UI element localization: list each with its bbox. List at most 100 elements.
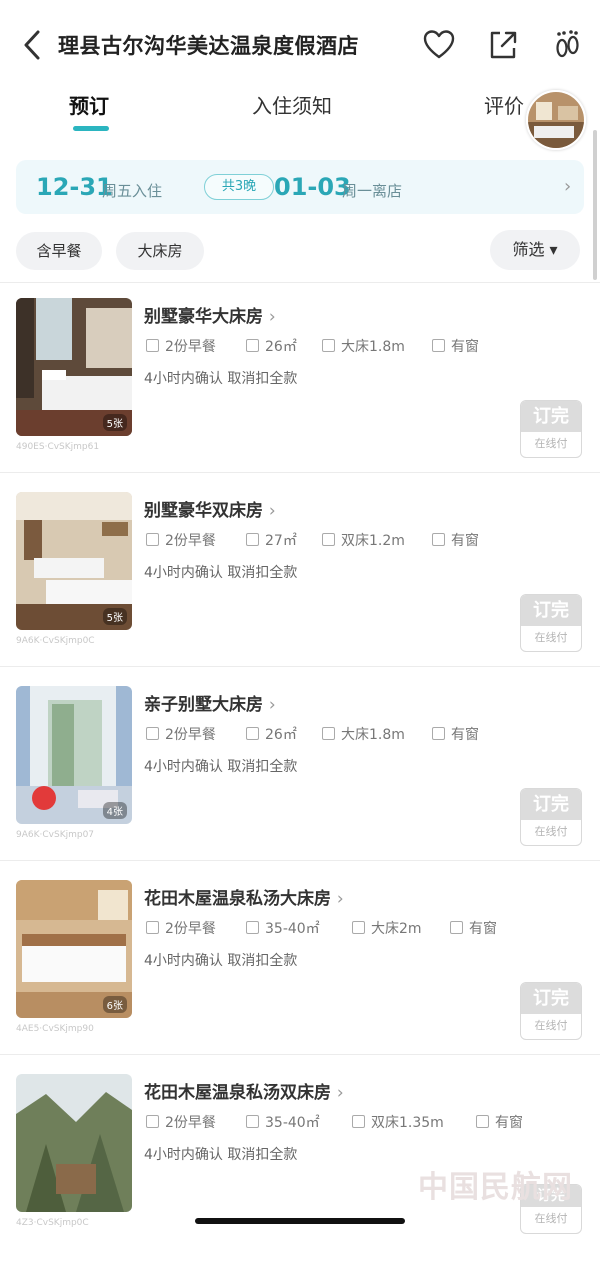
- room-photo[interactable]: 5张: [16, 298, 132, 436]
- cancel-policy: 4小时内确认 取消扣全款: [144, 1147, 298, 1163]
- chevron-right-icon: ›: [268, 695, 276, 715]
- room-name-text: 花田木屋温泉私汤大床房: [144, 889, 331, 909]
- photo-count-badge: 6张: [102, 996, 127, 1013]
- room-name[interactable]: 别墅豪华双床房 ›: [144, 496, 276, 521]
- area-icon: [246, 727, 259, 740]
- footprint-icon[interactable]: [550, 28, 584, 62]
- spec-area: 27㎡: [246, 530, 297, 550]
- spec-bed: 大床1.8m: [322, 724, 405, 744]
- hotel-thumbnail[interactable]: [526, 90, 586, 150]
- spec-breakfast-text: 2份早餐: [165, 533, 216, 549]
- room-photo[interactable]: 5张: [16, 492, 132, 630]
- cancel-policy: 4小时内确认 取消扣全款: [144, 759, 298, 775]
- spec-bed: 双床1.2m: [322, 530, 405, 550]
- divider: [0, 282, 600, 283]
- sold-out-button[interactable]: 订完 在线付: [520, 982, 582, 1040]
- breakfast-icon: [146, 339, 159, 352]
- room-card[interactable]: 5张 490ES·CvSKjmp61 别墅豪华大床房 › 2份早餐 26㎡ 大床…: [0, 298, 600, 488]
- photo-count-badge: 5张: [102, 608, 127, 625]
- breakfast-icon: [146, 921, 159, 934]
- tab-bar: 预订 入住须知 评价: [0, 86, 600, 136]
- area-icon: [246, 339, 259, 352]
- room-name[interactable]: 亲子别墅大床房 ›: [144, 690, 276, 715]
- window-icon: [432, 339, 445, 352]
- nav-header: 理县古尔沟华美达温泉度假酒店: [0, 0, 600, 90]
- cancel-policy: 4小时内确认 取消扣全款: [144, 371, 298, 387]
- chevron-right-icon: ›: [268, 307, 276, 327]
- spec-bed-text: 大床1.8m: [341, 727, 405, 743]
- room-name[interactable]: 花田木屋温泉私汤双床房 ›: [144, 1078, 344, 1103]
- area-icon: [246, 921, 259, 934]
- spec-area: 26㎡: [246, 336, 297, 356]
- scrollbar[interactable]: [593, 130, 597, 280]
- window-icon: [450, 921, 463, 934]
- date-selector[interactable]: 12-31 周五入住 共3晚 01-03 周一离店 ›: [16, 160, 584, 214]
- tab-reviews[interactable]: 评价: [484, 90, 524, 119]
- tab-checkin-notice[interactable]: 入住须知: [252, 90, 332, 119]
- spec-window: 有窗: [432, 724, 479, 744]
- spec-area: 35-40㎡: [246, 1112, 320, 1132]
- bed-icon: [322, 339, 335, 352]
- spec-bed: 双床1.35m: [352, 1112, 444, 1132]
- spec-breakfast: 2份早餐: [146, 530, 216, 550]
- filter-button[interactable]: 筛选 ▾: [490, 230, 580, 270]
- filter-chip-breakfast[interactable]: 含早餐: [16, 232, 102, 270]
- cancel-policy: 4小时内确认 取消扣全款: [144, 565, 298, 581]
- chevron-right-icon: ›: [268, 501, 276, 521]
- spec-window: 有窗: [432, 530, 479, 550]
- spec-area: 26㎡: [246, 724, 297, 744]
- heart-icon[interactable]: [422, 28, 456, 62]
- breakfast-icon: [146, 727, 159, 740]
- divider: [0, 472, 600, 473]
- room-name-text: 亲子别墅大床房: [144, 695, 263, 715]
- spec-bed: 大床2m: [352, 918, 422, 938]
- chevron-right-icon: ›: [336, 1083, 344, 1103]
- cancel-policy: 4小时内确认 取消扣全款: [144, 953, 298, 969]
- room-photo[interactable]: 4张: [16, 686, 132, 824]
- chevron-right-icon: ›: [564, 176, 572, 197]
- checkout-label: 周一离店: [342, 182, 403, 200]
- watermark: 中国民航网: [418, 1170, 573, 1205]
- room-photo[interactable]: [16, 1074, 132, 1212]
- photo-caption: 4Z3·CvSKjmp0C: [16, 1218, 89, 1228]
- spec-bed-text: 双床1.35m: [371, 1115, 444, 1131]
- spec-breakfast: 2份早餐: [146, 1112, 216, 1132]
- room-name[interactable]: 别墅豪华大床房 ›: [144, 302, 276, 327]
- sold-out-button[interactable]: 订完 在线付: [520, 400, 582, 458]
- home-indicator[interactable]: [195, 1218, 405, 1224]
- photo-count-badge: 5张: [102, 414, 127, 431]
- spec-bed-text: 双床1.2m: [341, 533, 405, 549]
- room-name-text: 别墅豪华双床房: [144, 501, 263, 521]
- tab-booking[interactable]: 预订: [69, 90, 109, 119]
- share-icon[interactable]: [486, 28, 520, 62]
- spec-bed: 大床1.8m: [322, 336, 405, 356]
- sold-out-label: 订完: [521, 401, 581, 432]
- room-card[interactable]: 6张 4AE5·CvSKjmp90 花田木屋温泉私汤大床房 › 2份早餐 35-…: [0, 880, 600, 1070]
- spec-bed-text: 大床2m: [371, 921, 422, 937]
- room-name-text: 花田木屋温泉私汤双床房: [144, 1083, 331, 1103]
- spec-window-text: 有窗: [451, 533, 479, 549]
- pay-online-label: 在线付: [534, 1212, 568, 1225]
- room-name[interactable]: 花田木屋温泉私汤大床房 ›: [144, 884, 344, 909]
- divider: [0, 860, 600, 861]
- bed-icon: [352, 921, 365, 934]
- window-icon: [432, 533, 445, 546]
- room-photo[interactable]: 6张: [16, 880, 132, 1018]
- breakfast-icon: [146, 1115, 159, 1128]
- photo-count-badge: 4张: [102, 802, 127, 819]
- sold-out-button[interactable]: 订完 在线付: [520, 788, 582, 846]
- sold-out-button[interactable]: 订完 在线付: [520, 594, 582, 652]
- spec-window: 有窗: [432, 336, 479, 356]
- photo-caption: 490ES·CvSKjmp61: [16, 442, 100, 452]
- sold-out-label: 订完: [521, 595, 581, 626]
- sold-out-label: 订完: [521, 983, 581, 1014]
- room-card[interactable]: 5张 9A6K·CvSKjmp0C 别墅豪华双床房 › 2份早餐 27㎡ 双床1…: [0, 492, 600, 682]
- divider: [0, 666, 600, 667]
- filter-chip-king-bed[interactable]: 大床房: [116, 232, 204, 270]
- spec-breakfast-text: 2份早餐: [165, 339, 216, 355]
- window-icon: [476, 1115, 489, 1128]
- active-tab-indicator: [73, 126, 109, 131]
- back-icon[interactable]: [18, 28, 48, 62]
- divider: [0, 1054, 600, 1055]
- room-card[interactable]: 4张 9A6K·CvSKjmp07 亲子别墅大床房 › 2份早餐 26㎡ 大床1…: [0, 686, 600, 876]
